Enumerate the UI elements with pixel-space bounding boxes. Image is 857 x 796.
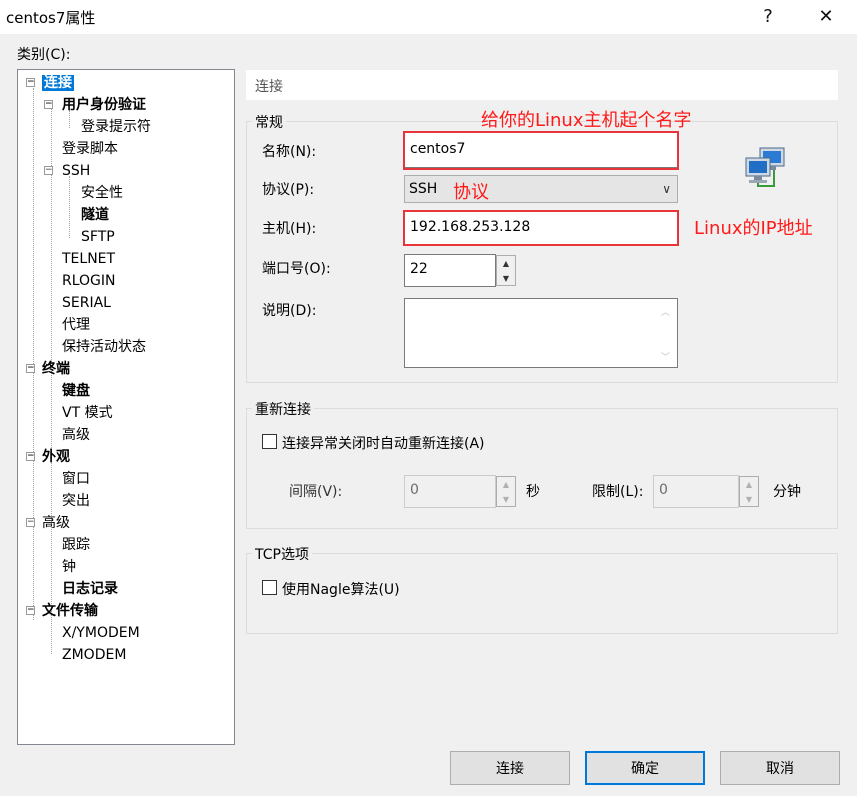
protocol-annotation: 协议 bbox=[453, 182, 489, 203]
tree-item-telnet[interactable]: TELNET bbox=[62, 248, 115, 270]
tree-item-tunnel[interactable]: 隧道 bbox=[81, 204, 109, 226]
description-label: 说明(D): bbox=[262, 303, 317, 319]
chevron-down-icon: ∨ bbox=[662, 182, 671, 196]
scroll-up-icon[interactable]: ︿ bbox=[661, 305, 670, 318]
collapse-icon[interactable]: − bbox=[26, 364, 35, 373]
title-bar bbox=[0, 0, 857, 34]
tcp-group-title: TCP选项 bbox=[252, 544, 312, 564]
name-highlight-box bbox=[403, 131, 679, 170]
session-computers-icon bbox=[744, 144, 788, 188]
name-label: 名称(N): bbox=[262, 144, 317, 160]
port-spinner[interactable]: ▲ ▼ bbox=[496, 255, 516, 286]
tree-item-window[interactable]: 窗口 bbox=[62, 468, 90, 490]
limit-spinner[interactable]: ▲ ▼ bbox=[739, 476, 759, 507]
section-header-title: 连接 bbox=[255, 79, 283, 95]
interval-unit: 秒 bbox=[526, 484, 540, 500]
auto-reconnect-label[interactable]: 连接异常关闭时自动重新连接(A) bbox=[282, 433, 485, 453]
close-button[interactable]: ✕ bbox=[806, 4, 846, 30]
spin-down-icon[interactable]: ▼ bbox=[497, 271, 515, 286]
tree-item-security[interactable]: 安全性 bbox=[81, 182, 123, 204]
auto-reconnect-checkbox[interactable] bbox=[262, 434, 277, 449]
protocol-value: SSH bbox=[409, 181, 438, 197]
tree-item-advanced[interactable]: − 高级 bbox=[26, 512, 70, 534]
nagle-checkbox[interactable] bbox=[262, 580, 277, 595]
interval-label: 间隔(V): bbox=[289, 484, 343, 500]
tree-item-zmodem[interactable]: ZMODEM bbox=[62, 644, 126, 666]
protocol-label: 协议(P): bbox=[262, 182, 315, 198]
tree-item-ssh[interactable]: − SSH bbox=[44, 160, 90, 182]
host-label: 主机(H): bbox=[262, 221, 317, 237]
limit-label: 限制(L): bbox=[592, 484, 644, 500]
scroll-down-icon[interactable]: ﹀ bbox=[661, 350, 670, 363]
tree-item-highlight[interactable]: 突出 bbox=[62, 490, 90, 512]
connect-button[interactable]: 连接 bbox=[450, 751, 570, 785]
tree-item-log[interactable]: 日志记录 bbox=[62, 578, 118, 600]
spin-up-icon[interactable]: ▲ bbox=[740, 477, 758, 492]
tree-item-login-script[interactable]: 登录脚本 bbox=[62, 138, 118, 160]
spin-up-icon[interactable]: ▲ bbox=[497, 477, 515, 492]
tree-item-file-transfer[interactable]: − 文件传输 bbox=[26, 600, 98, 622]
interval-input[interactable]: 0 bbox=[404, 475, 496, 508]
tree-item-rlogin[interactable]: RLOGIN bbox=[62, 270, 116, 292]
limit-unit: 分钟 bbox=[773, 484, 801, 500]
category-tree[interactable]: − 连接 − 用户身份验证 登录提示符 登录脚本 − SSH 安全性 隧道 SF… bbox=[17, 69, 235, 745]
collapse-icon[interactable]: − bbox=[26, 452, 35, 461]
tree-item-terminal[interactable]: − 终端 bbox=[26, 358, 70, 380]
tree-item-keepalive[interactable]: 保持活动状态 bbox=[62, 336, 146, 358]
spin-down-icon[interactable]: ▼ bbox=[497, 492, 515, 507]
name-annotation: 给你的Linux主机起个名字 bbox=[481, 110, 692, 131]
tree-item-bell[interactable]: 钟 bbox=[62, 556, 76, 578]
spin-down-icon[interactable]: ▼ bbox=[740, 492, 758, 507]
help-button[interactable]: ? bbox=[748, 4, 788, 30]
category-label: 类别(C): bbox=[17, 47, 71, 63]
interval-spinner[interactable]: ▲ ▼ bbox=[496, 476, 516, 507]
description-input[interactable] bbox=[404, 298, 678, 368]
tree-item-serial[interactable]: SERIAL bbox=[62, 292, 111, 314]
tree-line bbox=[69, 176, 70, 238]
collapse-icon[interactable]: − bbox=[26, 606, 35, 615]
protocol-select[interactable]: SSH ∨ bbox=[404, 175, 678, 203]
host-annotation: Linux的IP地址 bbox=[694, 218, 813, 239]
tree-item-appearance[interactable]: − 外观 bbox=[26, 446, 70, 468]
tree-item-advanced-terminal[interactable]: 高级 bbox=[62, 424, 90, 446]
general-group-title: 常规 bbox=[252, 112, 286, 132]
tree-item-sftp[interactable]: SFTP bbox=[81, 226, 115, 248]
collapse-icon[interactable]: − bbox=[26, 518, 35, 527]
nagle-label[interactable]: 使用Nagle算法(U) bbox=[282, 579, 400, 599]
host-highlight-box bbox=[403, 210, 679, 246]
tree-item-connection[interactable]: − 连接 bbox=[26, 72, 74, 94]
limit-input[interactable]: 0 bbox=[653, 475, 739, 508]
collapse-icon[interactable]: − bbox=[44, 166, 53, 175]
spin-up-icon[interactable]: ▲ bbox=[497, 256, 515, 271]
tree-item-vt-mode[interactable]: VT 模式 bbox=[62, 402, 113, 424]
section-header bbox=[246, 70, 838, 100]
tree-item-login-prompt[interactable]: 登录提示符 bbox=[81, 116, 151, 138]
port-label: 端口号(O): bbox=[262, 261, 331, 277]
collapse-icon[interactable]: − bbox=[26, 78, 35, 87]
window-title: centos7属性 bbox=[6, 9, 96, 27]
tree-item-auth[interactable]: − 用户身份验证 bbox=[44, 94, 146, 116]
cancel-button[interactable]: 取消 bbox=[720, 751, 840, 785]
ok-button[interactable]: 确定 bbox=[585, 751, 705, 785]
tree-item-xymodem[interactable]: X/YMODEM bbox=[62, 622, 140, 644]
tree-item-keyboard[interactable]: 键盘 bbox=[62, 380, 90, 402]
collapse-icon[interactable]: − bbox=[44, 100, 53, 109]
reconnect-group bbox=[246, 408, 838, 529]
tree-line bbox=[33, 88, 34, 620]
tree-item-trace[interactable]: 跟踪 bbox=[62, 534, 90, 556]
reconnect-group-title: 重新连接 bbox=[252, 399, 314, 419]
tree-item-proxy[interactable]: 代理 bbox=[62, 314, 90, 336]
port-input[interactable]: 22 bbox=[404, 254, 496, 287]
